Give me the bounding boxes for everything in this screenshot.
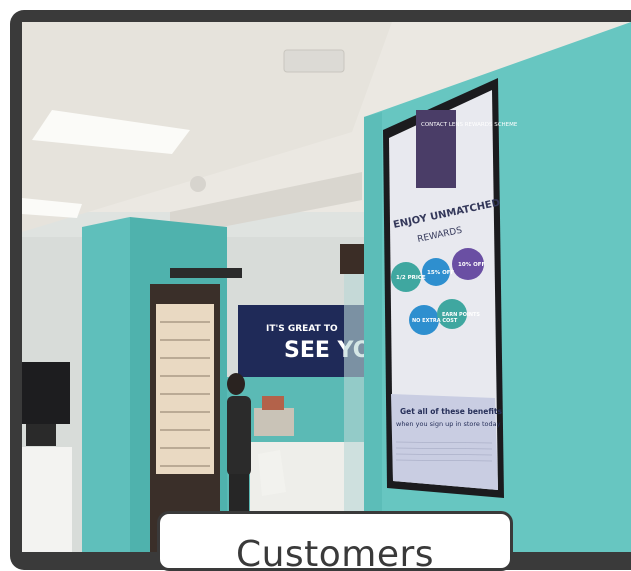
screen-footer-1: Get all of these benefits xyxy=(400,407,502,416)
caption-label: Customers xyxy=(235,534,435,571)
screen-header: CONTACT LENS REWARDS SCHEME xyxy=(421,122,518,128)
store-photo: IT'S GREAT TO SEE YO CONTACT LENS REWARD… xyxy=(22,22,631,552)
screen-footer-2: when you sign up in store today xyxy=(396,420,501,428)
wall-sign-line1: IT'S GREAT TO xyxy=(266,324,338,334)
badge-3: 10% OFF xyxy=(458,262,486,268)
badge-4: NO EXTRA COST xyxy=(412,318,458,324)
caption-box: Customers xyxy=(157,511,513,571)
badge-1: 1/2 PRICE xyxy=(396,275,426,281)
badge-5: EARN POINTS xyxy=(442,312,480,318)
badge-2: 15% OFF xyxy=(427,270,455,276)
